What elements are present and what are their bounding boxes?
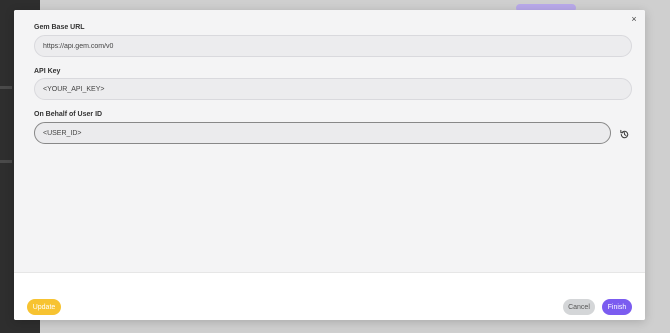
reset-button[interactable] [617,127,631,141]
gem-base-url-label: Gem Base URL [34,24,85,31]
user-id-input[interactable] [34,122,611,144]
background-sidebar-mark [0,160,12,163]
settings-dialog: × Gem Base URL API Key On Behalf of User… [14,10,645,320]
user-id-label: On Behalf of User ID [34,111,103,118]
api-key-label: API Key [34,68,61,75]
close-button[interactable]: × [628,13,640,25]
reset-icon [619,129,628,138]
gem-base-url-input[interactable] [34,35,632,57]
dialog-body: × Gem Base URL API Key On Behalf of User… [14,10,645,272]
dialog-footer: Update Cancel Finish [14,272,645,320]
background-sidebar-mark [0,86,12,89]
cancel-button[interactable]: Cancel [563,299,595,315]
finish-button[interactable]: Finish [602,299,632,315]
api-key-input[interactable] [34,78,632,100]
update-button[interactable]: Update [27,299,61,315]
